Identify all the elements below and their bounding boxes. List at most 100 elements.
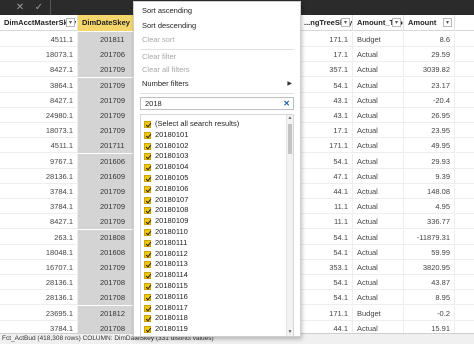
table-cell[interactable]: -20.4 (404, 92, 455, 108)
table-cell[interactable]: 201812 (78, 305, 134, 321)
table-cell[interactable]: 24980.1 (0, 108, 78, 123)
filter-value-item[interactable]: 20180119 (141, 324, 287, 335)
scroll-down-icon[interactable]: ▼ (287, 329, 293, 336)
table-cell[interactable]: Actual (353, 153, 404, 169)
column-header-dimdateskey[interactable]: DimDateSkey (78, 15, 134, 31)
table-cell[interactable]: Actual (353, 62, 404, 78)
table-cell[interactable]: 201808 (78, 229, 134, 245)
table-cell[interactable]: 44.1 (300, 320, 353, 333)
filter-dropdown-icon[interactable]: ▾ (443, 18, 452, 27)
select-all-item[interactable]: (Select all search results) (141, 119, 287, 130)
table-cell[interactable]: 43.87 (404, 275, 455, 291)
table-cell[interactable]: 54.1 (300, 153, 353, 169)
table-cell[interactable]: 18073.1 (0, 123, 78, 139)
filter-value-item[interactable]: 20180114 (141, 270, 287, 281)
table-cell[interactable]: Actual (353, 47, 404, 63)
table-cell[interactable]: 201709 (78, 123, 134, 139)
filter-value-item[interactable]: 20180107 (141, 195, 287, 206)
table-cell[interactable]: 23.95 (404, 123, 455, 139)
table-cell[interactable]: Actual (353, 184, 404, 199)
checkbox-checked-icon[interactable] (144, 142, 151, 150)
table-cell[interactable]: 201708 (78, 290, 134, 306)
checkbox-checked-icon[interactable] (144, 315, 151, 323)
table-cell[interactable]: 16707.1 (0, 260, 78, 275)
table-cell[interactable]: 201706 (78, 47, 134, 63)
filter-search-input[interactable] (141, 98, 279, 109)
checkbox-checked-icon[interactable] (144, 326, 151, 334)
table-cell[interactable]: 11.1 (300, 214, 353, 230)
table-cell[interactable]: Actual (353, 92, 404, 108)
table-cell[interactable]: Actual (353, 168, 404, 184)
column-header-treeskey[interactable]: ...ngTreeSkey ▾ (300, 15, 353, 31)
table-cell[interactable]: 18073.1 (0, 47, 78, 63)
table-cell[interactable]: 201609 (78, 168, 134, 184)
checkbox-checked-icon[interactable] (144, 239, 151, 247)
sort-descending-item[interactable]: Sort descending (134, 19, 300, 33)
table-cell[interactable]: 8427.1 (0, 62, 78, 78)
table-cell[interactable]: 29.59 (404, 47, 455, 63)
table-cell[interactable]: 8.6 (404, 32, 455, 47)
table-cell[interactable]: 201709 (78, 199, 134, 215)
table-cell[interactable]: Actual (353, 199, 404, 215)
checkbox-checked-icon[interactable] (144, 218, 151, 226)
table-cell[interactable]: 28136.1 (0, 275, 78, 291)
table-cell[interactable]: 148.08 (404, 184, 455, 199)
filter-dropdown-icon[interactable]: ▾ (392, 18, 401, 27)
table-cell[interactable]: -11879.31 (404, 229, 455, 245)
clear-all-filters-item[interactable]: Clear all filters (134, 63, 300, 77)
table-cell[interactable]: Budget (353, 32, 404, 47)
clear-filter-item[interactable]: Clear filter (134, 50, 300, 64)
filter-dropdown-icon[interactable]: ▾ (341, 18, 350, 27)
sort-ascending-item[interactable]: Sort ascending (134, 4, 300, 18)
checkbox-checked-icon[interactable] (144, 304, 151, 312)
table-cell[interactable]: Budget (353, 305, 404, 321)
checkbox-checked-icon[interactable] (144, 272, 151, 280)
table-cell[interactable]: 3864.1 (0, 77, 78, 93)
checkbox-checked-icon[interactable] (144, 229, 151, 236)
table-cell[interactable]: 47.1 (300, 168, 353, 184)
filter-dropdown-icon[interactable]: ▾ (66, 18, 75, 27)
table-cell[interactable]: 4511.1 (0, 138, 78, 154)
filter-value-item[interactable]: 20180110 (141, 227, 287, 238)
filter-value-item[interactable]: 20180105 (141, 173, 287, 184)
clear-sort-item[interactable]: Clear sort (134, 33, 300, 47)
table-cell[interactable]: Actual (353, 229, 404, 245)
table-cell[interactable]: 4511.1 (0, 32, 78, 47)
table-cell[interactable]: 43.1 (300, 92, 353, 108)
table-cell[interactable]: 171.1 (300, 32, 353, 47)
table-cell[interactable]: 9767.1 (0, 153, 78, 169)
filter-value-item[interactable]: 20180103 (141, 151, 287, 162)
table-cell[interactable]: 3820.95 (404, 260, 455, 275)
table-cell[interactable]: Actual (353, 290, 404, 306)
table-cell[interactable]: 201708 (78, 320, 134, 333)
filter-value-item[interactable]: 20180104 (141, 162, 287, 173)
filter-value-item[interactable]: 20180108 (141, 205, 287, 216)
filter-value-item[interactable]: 20180116 (141, 292, 287, 303)
table-cell[interactable]: Actual (353, 275, 404, 291)
number-filters-item[interactable]: Number filters ▶ (134, 77, 300, 91)
column-header-dimacctmasterskey[interactable]: DimAcctMasterSkey ▾ (0, 15, 78, 31)
checkbox-checked-icon[interactable] (144, 153, 151, 161)
table-cell[interactable]: Actual (353, 123, 404, 139)
table-cell[interactable]: 8.95 (404, 290, 455, 306)
checkbox-checked-icon[interactable] (144, 207, 151, 215)
table-cell[interactable]: 8427.1 (0, 92, 78, 108)
table-cell[interactable]: 54.1 (300, 244, 353, 260)
table-cell[interactable]: Actual (353, 138, 404, 154)
table-cell[interactable]: 29.93 (404, 153, 455, 169)
filter-value-item[interactable]: 20180112 (141, 249, 287, 260)
table-cell[interactable]: Actual (353, 108, 404, 123)
filter-value-item[interactable]: 20180117 (141, 303, 287, 314)
close-icon[interactable]: ✕ (12, 0, 28, 15)
filter-value-item[interactable]: 20180101 (141, 130, 287, 141)
checkbox-checked-icon[interactable] (144, 293, 151, 301)
scrollbar-thumb[interactable] (288, 124, 292, 154)
table-cell[interactable]: Actual (353, 244, 404, 260)
table-cell[interactable]: 23.17 (404, 77, 455, 93)
table-cell[interactable]: 26.95 (404, 108, 455, 123)
filter-value-item[interactable]: 20180118 (141, 313, 287, 324)
scrollbar[interactable]: ▲ ▼ (286, 115, 293, 336)
table-cell[interactable]: 11.1 (300, 199, 353, 215)
table-cell[interactable]: 17.1 (300, 47, 353, 63)
column-header-amount[interactable]: Amount ▾ (404, 15, 455, 31)
